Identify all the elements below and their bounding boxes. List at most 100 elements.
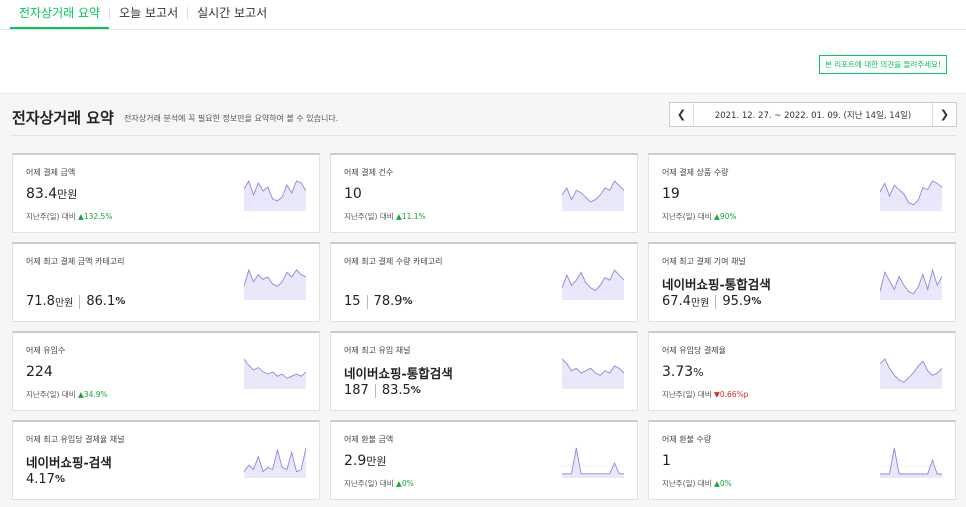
feedback-button[interactable]: 본 리포트에 대한 의견을 들려주세요! (818, 55, 947, 74)
card-top-contribution-channel[interactable]: 어제 최고 결제 기여 채널 네이버쇼핑-통합검색 67.4 만원 95.9% (648, 242, 956, 322)
value-number: 224 (26, 364, 53, 380)
chevron-right-icon[interactable]: ❯ (932, 103, 956, 126)
value-divider (374, 383, 376, 398)
card-inflow-count[interactable]: 어제 유입수 224 지난주(일) 대비 ▲34.9% (12, 331, 320, 411)
card-refund-quantity[interactable]: 어제 환불 수량 1 지난주(일) 대비 ▲0% (648, 420, 956, 500)
sparkline-area (244, 181, 306, 211)
card-split-values: 4.17% (26, 472, 65, 487)
sparkline-area (880, 270, 942, 300)
value-amount: 71.8 (26, 294, 55, 309)
card-comparison: 지난주(일) 대비 ▲0% (662, 478, 732, 489)
value-share: 95.9 (722, 294, 752, 309)
page-title: 전자상거래 요약 (12, 109, 114, 127)
rate-unit: % (54, 474, 65, 485)
share-unit: % (402, 296, 413, 307)
card-top-quantity-category[interactable]: 어제 최고 결제 수량 카테고리 15 78.9% (330, 242, 638, 322)
date-range-text[interactable]: 2021. 12. 27. ~ 2022. 01. 09. (지난 14일, 1… (694, 109, 932, 121)
card-payment-count[interactable]: 어제 결제 건수 10 지난주(일) 대비 ▲11.1% (330, 153, 638, 233)
card-top-amount-category[interactable]: 어제 최고 결제 금액 카테고리 71.8 만원 86.1% (12, 242, 320, 322)
channel-name: 네이버쇼핑-통합검색 (662, 277, 771, 292)
card-comparison: 지난주(일) 대비 ▲11.1% (344, 211, 426, 222)
card-split-values: 71.8 만원 86.1% (26, 294, 125, 309)
tab-realtime-report[interactable]: 실시간 보고서 (188, 4, 276, 29)
comparison-label: 지난주(일) 대비 (662, 212, 712, 221)
value-divider (79, 294, 81, 309)
page-description: 전자상거래 분석에 꼭 필요한 정보만을 요약하여 볼 수 있습니다. (124, 114, 339, 123)
value-unit: 만원 (690, 298, 710, 309)
card-value: 19 (662, 186, 680, 202)
card-value: 224 (26, 364, 53, 380)
sparkline-chart (880, 358, 942, 389)
card-top-conversion-channel[interactable]: 어제 최고 유입당 결제율 채널 네이버쇼핑-검색 4.17% (12, 420, 320, 500)
card-split-values: 15 78.9% (344, 294, 413, 309)
comparison-delta: 11.1% (401, 212, 426, 221)
value-number: 1 (662, 453, 671, 469)
sparkline-chart (562, 358, 624, 389)
top-nav: 전자상거래 요약 오늘 보고서 실시간 보고서 (0, 0, 966, 30)
card-split-values: 187 83.5% (344, 383, 421, 398)
card-value: 1 (662, 453, 671, 469)
sparkline-chart (562, 269, 624, 300)
sparkline-chart (880, 180, 942, 211)
comparison-label: 지난주(일) 대비 (344, 212, 394, 221)
chevron-left-icon[interactable]: ❮ (670, 103, 694, 126)
card-refund-amount[interactable]: 어제 환불 금액 2.9만원 지난주(일) 대비 ▲0% (330, 420, 638, 500)
share-unit: % (410, 385, 421, 396)
card-label: 어제 최고 결제 금액 카테고리 (26, 257, 125, 266)
channel-name: 네이버쇼핑-통합검색 (344, 366, 453, 381)
card-comparison: 지난주(일) 대비 ▲34.9% (26, 389, 108, 400)
value-divider (715, 294, 717, 309)
value-count: 187 (344, 383, 369, 398)
comparison-delta: 0% (401, 479, 414, 488)
card-value: 10 (344, 186, 362, 202)
value-count: 15 (344, 294, 361, 309)
card-comparison: 지난주(일) 대비 ▲0% (344, 478, 414, 489)
sparkline-area (562, 359, 624, 389)
card-comparison: 지난주(일) 대비 ▼0.66%p (662, 389, 748, 400)
value-unit: % (693, 366, 704, 379)
card-conversion-rate[interactable]: 어제 유입당 결제율 3.73% 지난주(일) 대비 ▼0.66%p (648, 331, 956, 411)
comparison-label: 지난주(일) 대비 (344, 479, 394, 488)
card-label: 어제 결제 금액 (26, 168, 76, 177)
card-label: 어제 유입당 결제율 (662, 346, 726, 355)
card-value: 3.73% (662, 364, 704, 380)
card-value: 83.4만원 (26, 186, 77, 202)
sparkline-chart (880, 268, 942, 300)
sparkline-area (880, 359, 942, 389)
date-range-selector: ❮ 2021. 12. 27. ~ 2022. 01. 09. (지난 14일,… (669, 102, 957, 127)
value-unit: 만원 (366, 455, 387, 468)
sparkline-chart (244, 268, 306, 300)
value-number: 19 (662, 186, 680, 202)
card-split-values: 67.4 만원 95.9% (662, 294, 761, 309)
value-divider (366, 294, 368, 309)
share-unit: % (115, 296, 126, 307)
channel-name: 네이버쇼핑-검색 (26, 455, 112, 470)
card-label: 어제 결제 상품 수량 (662, 168, 729, 177)
summary-header: 전자상거래 요약 전자상거래 분석에 꼭 필요한 정보만을 요약하여 볼 수 있… (0, 95, 966, 135)
sparkline-area (244, 448, 306, 478)
card-payment-amount[interactable]: 어제 결제 금액 83.4만원 지난주(일) 대비 ▲132.5% (12, 153, 320, 233)
value-number: 10 (344, 186, 362, 202)
value-share: 83.5 (381, 383, 411, 398)
value-unit: 만원 (54, 298, 74, 309)
tab-ecommerce-summary[interactable]: 전자상거래 요약 (10, 4, 110, 29)
value-amount: 67.4 (662, 294, 691, 309)
card-label: 어제 유입수 (26, 346, 66, 355)
comparison-label: 지난주(일) 대비 (662, 390, 712, 399)
value-share: 78.9 (373, 294, 403, 309)
comparison-delta: 90% (719, 212, 737, 221)
banner: 본 리포트에 대한 의견을 들려주세요! (0, 30, 966, 94)
sparkline-chart (244, 358, 306, 389)
card-label: 어제 최고 결제 기여 채널 (662, 257, 746, 266)
card-comparison: 지난주(일) 대비 ▲90% (662, 211, 736, 222)
card-label: 어제 최고 유입 채널 (344, 346, 411, 355)
comparison-delta: 0% (719, 479, 732, 488)
card-product-quantity[interactable]: 어제 결제 상품 수량 19 지난주(일) 대비 ▲90% (648, 153, 956, 233)
card-label: 어제 결제 건수 (344, 168, 394, 177)
comparison-delta: 34.9% (83, 390, 108, 399)
value-number: 3.73 (662, 364, 694, 380)
tab-today-report[interactable]: 오늘 보고서 (110, 4, 187, 29)
sparkline-area (562, 181, 624, 211)
card-top-inflow-channel[interactable]: 어제 최고 유입 채널 네이버쇼핑-통합검색 187 83.5% (330, 331, 638, 411)
sparkline-chart (562, 447, 624, 478)
